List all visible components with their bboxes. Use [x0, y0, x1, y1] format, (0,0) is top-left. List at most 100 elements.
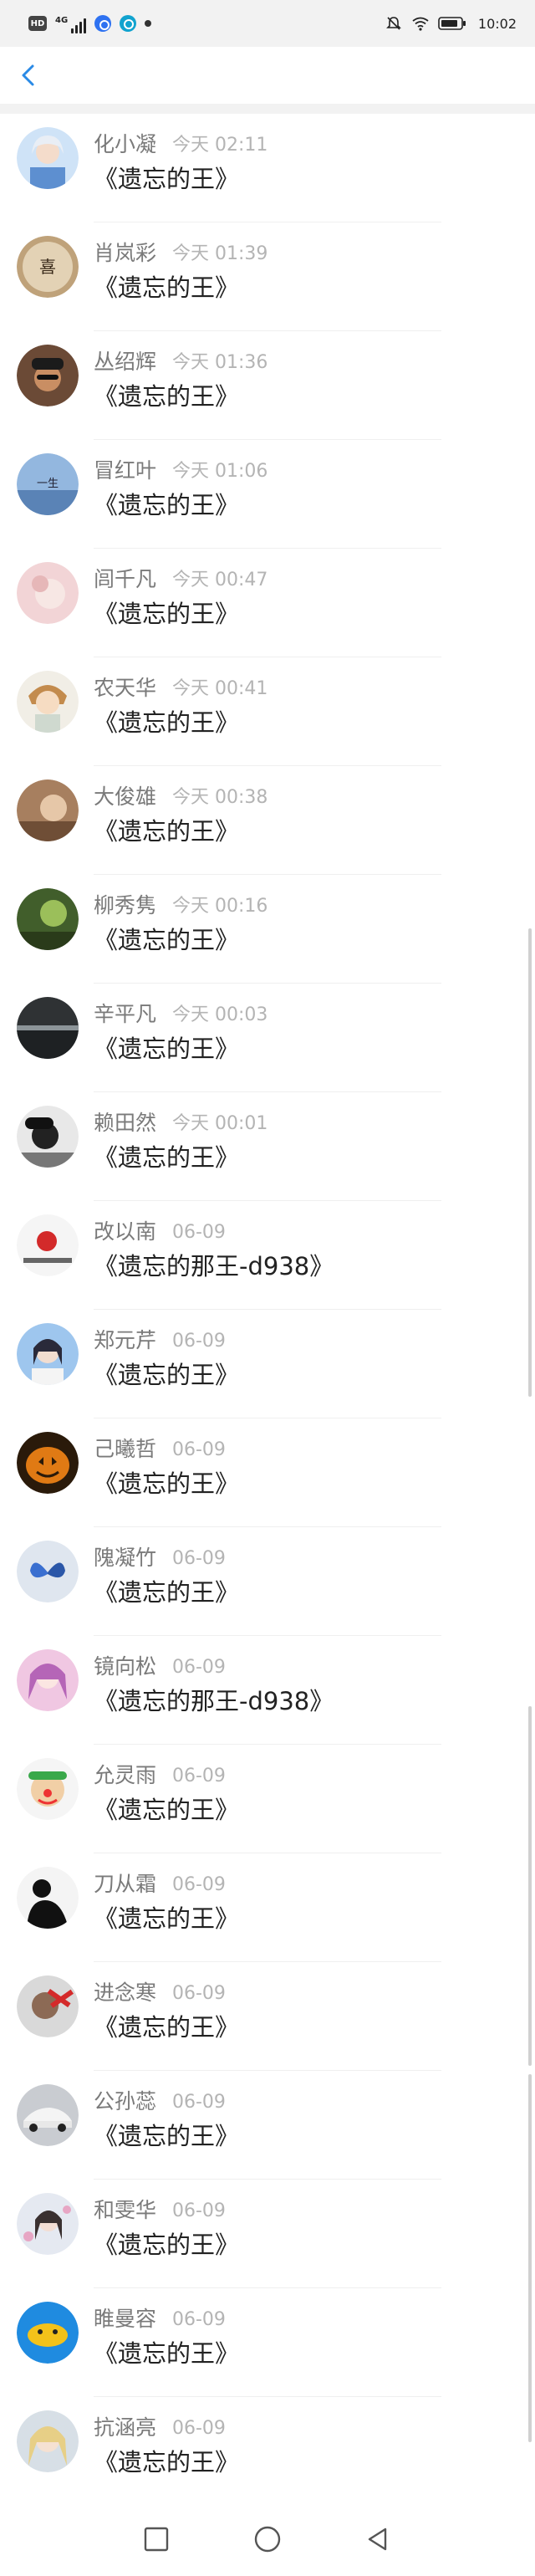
list-item[interactable]: 化小凝 今天 02:11 《遗忘的王》 [0, 114, 535, 222]
avatar[interactable] [17, 1649, 79, 1711]
list-item[interactable]: 郑元芹 06-09 《遗忘的王》 [0, 1310, 535, 1418]
user-name[interactable]: 辛平凡 [94, 1000, 156, 1029]
avatar[interactable] [17, 2193, 79, 2255]
list-item[interactable]: 刀从霜 06-09 《遗忘的王》 [0, 1853, 535, 1962]
avatar[interactable] [17, 888, 79, 950]
list-item[interactable]: 睢曼容 06-09 《遗忘的王》 [0, 2288, 535, 2397]
avatar[interactable] [17, 2084, 79, 2146]
app-icon [120, 15, 137, 32]
avatar[interactable] [17, 562, 79, 624]
avatar[interactable] [17, 1323, 79, 1385]
user-name[interactable]: 大俊雄 [94, 783, 156, 811]
avatar[interactable] [17, 779, 79, 841]
message-text: 《遗忘的王》 [94, 1796, 240, 1824]
list-item[interactable]: 丛绍辉 今天 01:36 《遗忘的王》 [0, 331, 535, 440]
user-name[interactable]: 进念寒 [94, 1979, 156, 2007]
home-icon [254, 2526, 281, 2553]
timestamp: 今天 00:03 [172, 1004, 268, 1025]
user-name[interactable]: 肖岚彩 [94, 239, 156, 268]
message-list-container[interactable]: 化小凝 今天 02:11 《遗忘的王》喜肖岚彩 今天 01:39 《遗忘的王》 丛绍辉 今天… [0, 114, 535, 2506]
timestamp: 今天 00:41 [172, 678, 268, 699]
list-item[interactable]: 柳秀隽 今天 00:16 《遗忘的王》 [0, 875, 535, 984]
list-item[interactable]: 抗涵亮 06-09 《遗忘的王》 [0, 2397, 535, 2506]
home-button[interactable] [242, 2514, 293, 2564]
message-text: 《遗忘的王》 [94, 2448, 240, 2476]
list-item[interactable]: 隗凝竹 06-09 《遗忘的王》 [0, 1527, 535, 1636]
list-item[interactable]: 闾千凡 今天 00:47 《遗忘的王》 [0, 549, 535, 657]
avatar[interactable] [17, 345, 79, 406]
scrollbar[interactable] [528, 1706, 532, 2066]
wifi-icon [411, 14, 430, 33]
avatar[interactable] [17, 2302, 79, 2364]
avatar[interactable] [17, 1541, 79, 1602]
user-name[interactable]: 郑元芹 [94, 1326, 156, 1355]
user-name[interactable]: 和雯华 [94, 2196, 156, 2225]
timestamp: 06-09 [172, 1766, 226, 1786]
avatar[interactable]: 一生 [17, 453, 79, 515]
list-item[interactable]: 和雯华 06-09 《遗忘的王》 [0, 2180, 535, 2288]
avatar[interactable] [17, 1867, 79, 1929]
user-name[interactable]: 农天华 [94, 674, 156, 703]
list-item[interactable]: 赖田然 今天 00:01 《遗忘的王》 [0, 1092, 535, 1201]
back-button[interactable] [13, 60, 43, 90]
user-name[interactable]: 赖田然 [94, 1109, 156, 1137]
user-name[interactable]: 公孙蕊 [94, 2088, 156, 2116]
list-item[interactable]: 大俊雄 今天 00:38 《遗忘的王》 [0, 766, 535, 875]
message-text: 《遗忘的王》 [94, 2013, 240, 2042]
user-name[interactable]: 抗涵亮 [94, 2414, 156, 2442]
user-name[interactable]: 柳秀隽 [94, 892, 156, 920]
user-name[interactable]: 睢曼容 [94, 2305, 156, 2333]
network-label: 4G [55, 16, 69, 25]
avatar[interactable] [17, 1106, 79, 1168]
timestamp: 06-09 [172, 1983, 226, 2004]
user-name[interactable]: 己曦哲 [94, 1435, 156, 1464]
back-nav-button[interactable] [354, 2514, 404, 2564]
avatar[interactable] [17, 1758, 79, 1820]
system-nav-bar [0, 2502, 535, 2576]
user-name[interactable]: 改以南 [94, 1218, 156, 1246]
user-name[interactable]: 隗凝竹 [94, 1544, 156, 1572]
list-item[interactable]: 允灵雨 06-09 《遗忘的王》 [0, 1745, 535, 1853]
scrollbar[interactable] [528, 928, 532, 1397]
avatar[interactable] [17, 127, 79, 189]
timestamp: 06-09 [172, 1548, 226, 1569]
list-item[interactable]: 己曦哲 06-09 《遗忘的王》 [0, 1418, 535, 1527]
list-item[interactable]: 一生 冒红叶 今天 01:06 《遗忘的王》 [0, 440, 535, 549]
message-text: 《遗忘的王》 [94, 817, 240, 846]
user-name[interactable]: 化小凝 [94, 130, 156, 159]
user-name[interactable]: 闾千凡 [94, 565, 156, 594]
message-text: 《遗忘的王》 [94, 1035, 240, 1063]
avatar[interactable] [17, 671, 79, 733]
user-name[interactable]: 镜向松 [94, 1653, 156, 1681]
message-text: 《遗忘的王》 [94, 1143, 240, 1172]
list-item[interactable]: 辛平凡 今天 00:03 《遗忘的王》 [0, 984, 535, 1092]
list-item[interactable]: 进念寒 06-09 《遗忘的王》 [0, 1962, 535, 2071]
message-text: 《遗忘的王》 [94, 165, 240, 193]
message-text: 《遗忘的王》 [94, 491, 240, 519]
user-name[interactable]: 刀从霜 [94, 1870, 156, 1899]
avatar[interactable] [17, 1975, 79, 2037]
avatar[interactable]: 喜 [17, 236, 79, 298]
list-item[interactable]: 改以南 06-09 《遗忘的那王-d938》 [0, 1201, 535, 1310]
message-text: 《遗忘的王》 [94, 2339, 240, 2368]
list-item[interactable]: 镜向松 06-09 《遗忘的那王-d938》 [0, 1636, 535, 1745]
user-name[interactable]: 允灵雨 [94, 1761, 156, 1790]
list-item[interactable]: 喜 肖岚彩 今天 01:39 《遗忘的王》 [0, 222, 535, 331]
avatar[interactable] [17, 1432, 79, 1494]
avatar[interactable] [17, 1214, 79, 1276]
message-text: 《遗忘的王》 [94, 1578, 240, 1607]
timestamp: 今天 01:06 [172, 461, 268, 482]
battery-icon [438, 14, 466, 33]
recent-apps-button[interactable] [131, 2514, 181, 2564]
avatar[interactable] [17, 997, 79, 1059]
message-list: 化小凝 今天 02:11 《遗忘的王》喜肖岚彩 今天 01:39 《遗忘的王》 丛绍辉 今天… [0, 114, 535, 2506]
user-name[interactable]: 冒红叶 [94, 457, 156, 485]
list-item[interactable]: 农天华 今天 00:41 《遗忘的王》 [0, 657, 535, 766]
user-name[interactable]: 丛绍辉 [94, 348, 156, 376]
page: HD 4G 10:02 化小凝 今天 02:11 《遗忘的王》 喜 肖岚彩 今天… [0, 0, 535, 2576]
status-right: 10:02 [385, 0, 517, 47]
avatar[interactable] [17, 2410, 79, 2472]
message-text: 《遗忘的王》 [94, 382, 240, 411]
list-item[interactable]: 公孙蕊 06-09 《遗忘的王》 [0, 2071, 535, 2180]
scrollbar[interactable] [528, 2074, 532, 2442]
